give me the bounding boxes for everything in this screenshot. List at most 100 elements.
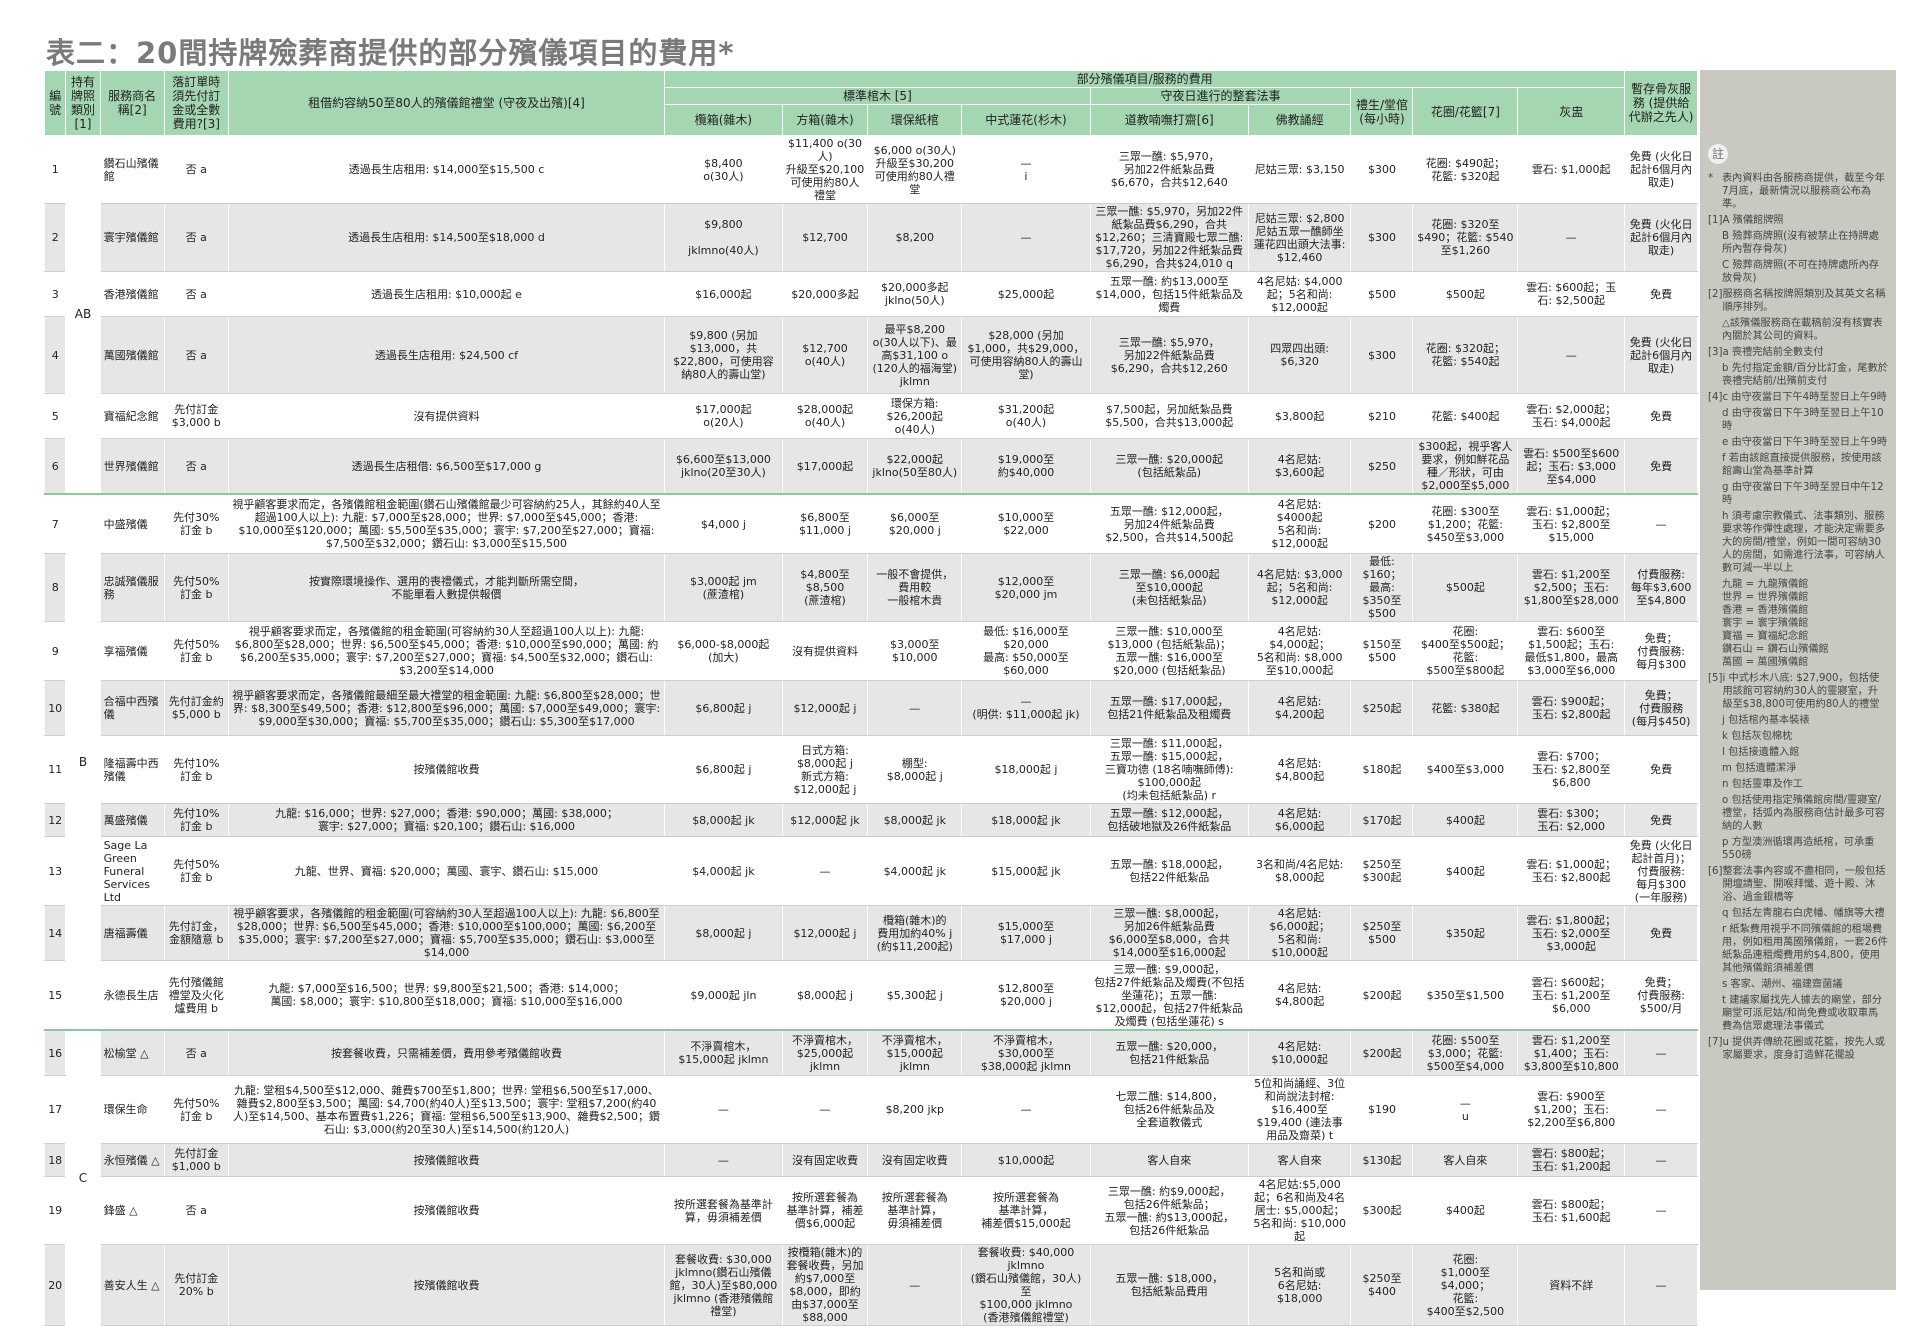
cell-coffin-d: $18,000起 jk: [961, 803, 1091, 837]
cell-coffin-a: $4,000 j: [664, 493, 783, 554]
cell-coffin-a: $9,800 (另加$13,000，共$22,800，可使用容納80人的壽山堂): [664, 316, 783, 394]
note-key: [1708, 714, 1722, 727]
note-key: [1708, 762, 1722, 775]
table-row: 11 隆福壽中西殯儀 先付10%訂金 b 按殯儀館收費 $6,800起 j 日式方箱: $…: [43, 735, 1698, 804]
note-key: [1708, 907, 1722, 920]
cell-flowers: 花圈: $400至$500起； 花籃: $500至$800起: [1412, 621, 1519, 681]
note-text: i 中式杉木八底: $27,900，包括使用該館可容納約30人的靈寢室，升級至$…: [1722, 673, 1880, 710]
cell-hall: 九龍: $7,000至$16,500；世界: $9,800至$21,500；香港…: [227, 960, 666, 1031]
cell-hall: 視乎顧客要求而定，各殯儀館的租金範圍(可容納約30人至超過100人以上): 九龍…: [227, 621, 666, 681]
table-row: 2 寰宇殯儀館否 a 透過長生店租用: $14,500至$18,000 d $9,80…: [43, 203, 1698, 272]
cell-taoist: 五眾一醮: 約$13,000至$14,000，包括15件紙紮品及燭費: [1089, 271, 1249, 317]
note-item: [7] u 提供弄傳統花圈或花籃，按先人或家屬要求，度身訂造鮮花擺設: [1708, 1036, 1888, 1062]
cell-deposit: 先付10%訂金 b: [163, 735, 229, 804]
cell-flowers: $400起: [1412, 803, 1519, 837]
licence-group-cell: C: [65, 1029, 101, 1326]
note-key: [1708, 794, 1722, 833]
cell-ash: 免費: [1624, 393, 1698, 439]
cell-coffin-c: 棚型: $8,000起 j: [867, 735, 963, 804]
cell-ash: 免費 (火化日起計6個月內取走): [1624, 135, 1698, 204]
table-row: 19 鋒盛 △ 否 a 按殯儀館收費 按所選套餐為基準計算，毋須補差價 按所選套餐為 基準…: [43, 1176, 1698, 1245]
cell-taoist: 五眾一醮: $12,000起， 包括破地獄及26件紙紮品: [1089, 803, 1249, 837]
cell-buddhist: 4名尼姑: $4,200起: [1247, 680, 1352, 736]
cell-usher: $200起: [1350, 960, 1414, 1031]
cell-coffin-b: $8,000起 j: [781, 960, 869, 1031]
cell-no: 12: [43, 803, 67, 837]
cell-usher: $180起: [1350, 735, 1414, 804]
cell-ash: —: [1624, 1244, 1698, 1326]
cell-deposit: 否 a: [163, 438, 229, 495]
cell-taoist: 三眾一醮: $8,000起， 另加26件紙紮品費 $6,000至$8,000，合…: [1089, 905, 1249, 961]
cell-coffin-a: 不淨賣棺木， $15,000起 jklmn: [664, 1029, 783, 1076]
cell-taoist: 客人自來: [1089, 1143, 1249, 1177]
cell-buddhist: 5名和尚或 6名尼姑: $18,000: [1247, 1244, 1352, 1326]
cell-deposit: 先付30%訂金 b: [163, 493, 229, 554]
cell-urn: 雲石: $1,200至 $2,500；玉石: $1,800至$28,000: [1517, 553, 1626, 622]
cell-name: 香港殯儀館: [99, 271, 165, 317]
table-row: 10 合福中西殯儀 先付訂金約 $5,000 b 視乎顧客要求而定，各殯儀館最細至最大…: [43, 680, 1698, 736]
cell-coffin-a: $8,400 o(30人): [664, 135, 783, 204]
table-row: 8 忠誠殯儀服務 先付50%訂金 b 按實際環境操作、選用的喪禮儀式，才能判斷所需空間…: [43, 553, 1698, 622]
fee-table-body: 1 AB 鑽石山殯儀館否 a 透過長生店租用: $14,000至$15,500 c $8…: [43, 135, 1698, 1326]
cell-no: 17: [43, 1075, 67, 1144]
cell-taoist: 三眾一醮: $5,970， 另加22件紙紮品費 $6,670，合共$12,640: [1089, 135, 1249, 204]
note-item: B 殮葬商牌照(沒有被禁止在持牌處所內暫存骨灰): [1708, 230, 1888, 256]
cell-usher: $300起: [1350, 1176, 1414, 1245]
cell-coffin-a: $16,000起: [664, 271, 783, 317]
note-item: e 由守夜當日下午3時至翌日上午9時: [1708, 436, 1888, 449]
cell-urn: 雲石: $600起；玉石: $2,500起: [1517, 271, 1626, 317]
header-group-coffin: 標準棺木 [5]: [664, 87, 1091, 105]
cell-urn: 雲石: $1,200至 $1,400；玉石: $3,800至$10,800: [1517, 1029, 1626, 1076]
note-text: B 殮葬商牌照(沒有被禁止在持牌處所內暫存骨灰): [1722, 231, 1879, 255]
cell-flowers: $400至$3,000: [1412, 735, 1519, 804]
cell-name: 環保生命: [99, 1075, 165, 1144]
notes-badge: 註: [1708, 144, 1728, 164]
note-item: * 表內資料由各服務商提供，截至今年7月底，最新情況以服務商公布為準。: [1708, 172, 1888, 211]
note-text: s 客家、潮州、福建齋菌議: [1722, 979, 1843, 990]
cell-ash: 免費 (火化日起計6個月內取走): [1624, 203, 1698, 272]
cell-flowers: 花圈: $500至 $3,000；花籃: $500至$4,000: [1412, 1029, 1519, 1076]
note-text: f 若由該館直接提供服務，按使用該館壽山堂為基準計算: [1722, 453, 1882, 477]
table-row: 15 永德長生店 先付殯儀館禮堂及火化爐費用 b 九龍: $7,000至$16,500…: [43, 960, 1698, 1031]
cell-name: 永恒殯儀 △: [99, 1143, 165, 1177]
note-text: l 包括接遺體入館: [1722, 747, 1800, 758]
cell-urn: 雲石: $600至 $1,500起；玉石: 最低$1,800，最高 $3,000…: [1517, 621, 1626, 681]
cell-hall: 九龍: 堂租$4,500至$12,000、雜費$700至$1,800；世界: 堂…: [227, 1075, 666, 1144]
cell-deposit: 先付訂金 $3,000 b: [163, 393, 229, 439]
notes-list: * 表內資料由各服務商提供，截至今年7月底，最新情況以服務商公布為準。 [1] A 殯…: [1708, 172, 1888, 1062]
header-deposit: 落訂單時須先付訂金或全數費用?[3]: [163, 70, 229, 136]
cell-flowers: 花圈: $300至 $1,200；花籃: $450至$3,000: [1412, 493, 1519, 554]
cell-deposit: 先付訂金約 $5,000 b: [163, 680, 229, 736]
cell-hall: 按實際環境操作、選用的喪禮儀式，才能判斷所需空間， 不能單看人數提供報價: [227, 553, 666, 622]
cell-coffin-a: 按所選套餐為基準計算，毋須補差價: [664, 1176, 783, 1245]
cell-coffin-d: 最低: $16,000至 $20,000 最高: $50,000至 $60,00…: [961, 621, 1091, 681]
cell-coffin-b: 按欖箱(雜木)的套餐收費，另加約$7,000至$8,000，即約由$37,000…: [781, 1244, 869, 1326]
cell-usher: $200起: [1350, 1029, 1414, 1076]
cell-buddhist: 4名尼姑: $3,000起；5名和尚: $12,000起: [1247, 553, 1352, 622]
note-text: m 包括遺體潔淨: [1722, 763, 1797, 774]
cell-taoist: 五眾一醮: $18,000， 包括紙紮品費用: [1089, 1244, 1249, 1326]
cell-coffin-a: $6,000-$8,000起 (加大): [664, 621, 783, 681]
cell-usher: $300: [1350, 316, 1414, 394]
cell-coffin-a: —: [664, 1143, 783, 1177]
cell-taoist: 五眾一醮: $17,000起， 包括21件紙紮品及租燭費: [1089, 680, 1249, 736]
fee-table: 編號 持有牌照類別[1] 服務商名稱[2] 落訂單時須先付訂金或全數費用?[3]…: [43, 70, 1698, 1326]
table-row: 20 善安人生 △ 先付訂金 20% b 按殯儀館收費 套餐收費: $30,000 jk…: [43, 1244, 1698, 1326]
cell-coffin-b: $20,000多起: [781, 271, 869, 317]
cell-hall: 透過長生店租用: $10,000起 e: [227, 271, 666, 317]
note-key: [6]: [1708, 866, 1723, 877]
cell-urn: 雲石: $900起； 玉石: $2,800起: [1517, 680, 1626, 736]
table-row: 18 永恒殯儀 △ 先付訂金 $1,000 b 按殯儀館收費 — 沒有固定收費 沒有固定收費…: [43, 1143, 1698, 1177]
cell-coffin-a: $4,000起 jk: [664, 836, 783, 906]
cell-hall: 透過長生店租用: $14,500至$18,000 d: [227, 203, 666, 272]
note-item: [3] a 喪禮完結前全數支付: [1708, 346, 1888, 359]
note-item: l 包括接遺體入館: [1708, 746, 1888, 759]
header-group-services: 部分殯儀項目/服務的費用: [664, 70, 1626, 88]
cell-taoist: 三眾一醮: $5,970，另加22件紙紮品費$6,290，合共$12,260；三…: [1089, 203, 1249, 272]
cell-buddhist: 尼姑三眾: $3,150: [1247, 135, 1352, 204]
cell-no: 18: [43, 1143, 67, 1177]
cell-urn: 雲石: $2,000起； 玉石: $4,000起: [1517, 393, 1626, 439]
cell-ash: 免費； 付費服務: $500/月: [1624, 960, 1698, 1031]
cell-hall: 按殯儀館收費: [227, 1176, 666, 1245]
cell-coffin-c: $6,000 o(30人) 升級至$30,200可使用約80人禮堂: [867, 135, 963, 204]
